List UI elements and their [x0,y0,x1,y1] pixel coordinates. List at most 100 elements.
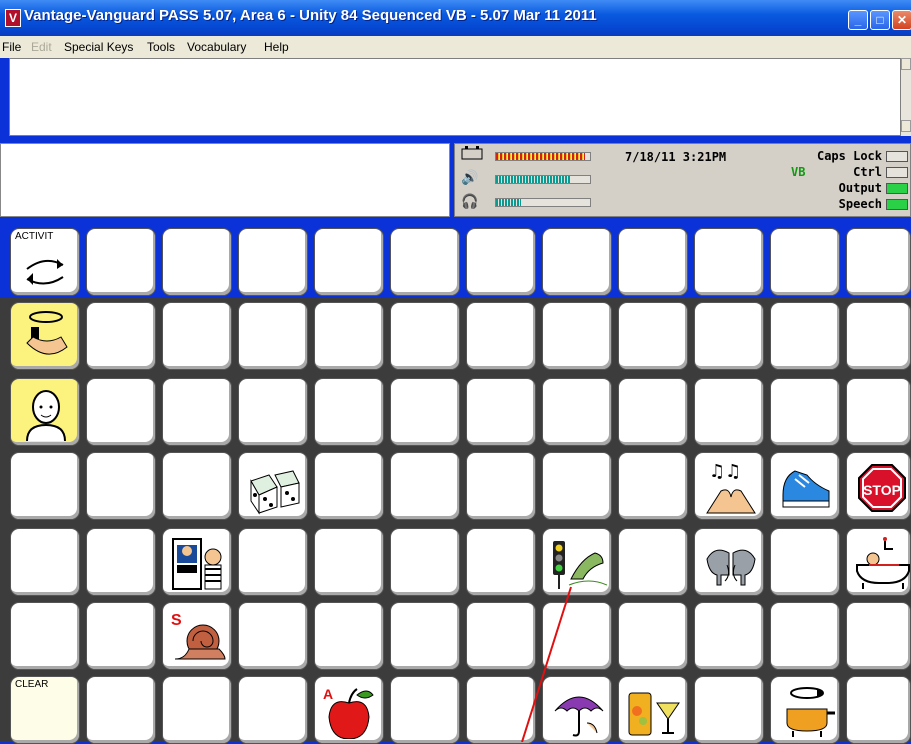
key-r6-c2[interactable] [162,676,232,744]
key-r2-c0[interactable] [10,378,80,446]
scroll-down-icon[interactable] [901,120,911,132]
key-r2-c2[interactable] [162,378,232,446]
key-r2-c3[interactable] [238,378,308,446]
key-r4-c8[interactable] [618,528,688,596]
key-r5-c8[interactable] [618,602,688,670]
key-r4-c9[interactable] [694,528,764,596]
key-r6-c10[interactable] [770,676,840,744]
key-r3-c7[interactable] [542,452,612,520]
key-r3-c4[interactable] [314,452,384,520]
menu-vocabulary[interactable]: Vocabulary [187,40,246,54]
key-r4-c5[interactable] [390,528,460,596]
key-r4-c1[interactable] [86,528,156,596]
key-r1-c7[interactable] [542,302,612,370]
key-r5-c11[interactable] [846,602,911,670]
key-r3-c11[interactable]: STOP [846,452,911,520]
key-r5-c0[interactable] [10,602,80,670]
key-r2-c9[interactable] [694,378,764,446]
menu-file[interactable]: File [2,40,21,54]
key-r0-c5[interactable] [390,228,460,296]
key-r3-c8[interactable] [618,452,688,520]
key-r1-c2[interactable] [162,302,232,370]
key-r6-c0[interactable]: CLEAR [10,676,80,744]
menu-edit[interactable]: Edit [31,40,52,54]
key-r4-c10[interactable] [770,528,840,596]
title-bar: V Vantage-Vanguard PASS 5.07, Area 6 - U… [0,0,911,36]
key-r5-c2[interactable]: S [162,602,232,670]
key-r0-c3[interactable] [238,228,308,296]
key-r1-c11[interactable] [846,302,911,370]
key-r3-c10[interactable] [770,452,840,520]
key-r1-c10[interactable] [770,302,840,370]
key-r1-c9[interactable] [694,302,764,370]
key-r4-c4[interactable] [314,528,384,596]
key-r0-c1[interactable] [86,228,156,296]
key-r4-c11[interactable] [846,528,911,596]
key-r6-c4[interactable]: A [314,676,384,744]
speaker-icon: 🔊 [461,170,479,186]
key-r5-c5[interactable] [390,602,460,670]
key-r5-c7[interactable] [542,602,612,670]
key-r0-c8[interactable] [618,228,688,296]
key-r4-c2[interactable] [162,528,232,596]
scroll-up-icon[interactable] [901,58,911,70]
key-r1-c4[interactable] [314,302,384,370]
key-r2-c1[interactable] [86,378,156,446]
key-r2-c10[interactable] [770,378,840,446]
key-r3-c3[interactable] [238,452,308,520]
message-scrollbar[interactable] [901,58,911,136]
key-r4-c3[interactable] [238,528,308,596]
key-r5-c10[interactable] [770,602,840,670]
key-r4-c7[interactable] [542,528,612,596]
menu-special-keys[interactable]: Special Keys [64,40,133,54]
key-r0-c11[interactable] [846,228,911,296]
minimize-button[interactable]: _ [848,10,868,30]
key-r2-c4[interactable] [314,378,384,446]
key-r3-c9[interactable]: ♫♫ [694,452,764,520]
key-r3-c5[interactable] [390,452,460,520]
key-r2-c7[interactable] [542,378,612,446]
key-r6-c3[interactable] [238,676,308,744]
maximize-button[interactable]: □ [870,10,890,30]
key-r1-c8[interactable] [618,302,688,370]
key-r2-c8[interactable] [618,378,688,446]
key-r5-c9[interactable] [694,602,764,670]
prediction-box[interactable] [0,143,450,217]
key-r0-c7[interactable] [542,228,612,296]
menu-tools[interactable]: Tools [147,40,175,54]
key-r6-c8[interactable] [618,676,688,744]
key-r1-c5[interactable] [390,302,460,370]
key-r0-c6[interactable] [466,228,536,296]
key-r6-c6[interactable] [466,676,536,744]
key-r0-c4[interactable] [314,228,384,296]
key-r0-c9[interactable] [694,228,764,296]
key-r0-c0[interactable]: ACTIVIT [10,228,80,296]
key-r1-c3[interactable] [238,302,308,370]
key-r6-c11[interactable] [846,676,911,744]
close-button[interactable]: ✕ [892,10,911,30]
key-r0-c2[interactable] [162,228,232,296]
key-r5-c6[interactable] [466,602,536,670]
key-r1-c0[interactable] [10,302,80,370]
key-r2-c5[interactable] [390,378,460,446]
key-r0-c10[interactable] [770,228,840,296]
menu-help[interactable]: Help [264,40,289,54]
key-r3-c1[interactable] [86,452,156,520]
key-r1-c1[interactable] [86,302,156,370]
key-r3-c6[interactable] [466,452,536,520]
key-r6-c1[interactable] [86,676,156,744]
key-r4-c6[interactable] [466,528,536,596]
key-r3-c0[interactable] [10,452,80,520]
key-r6-c7[interactable] [542,676,612,744]
key-r6-c5[interactable] [390,676,460,744]
key-r2-c11[interactable] [846,378,911,446]
key-r1-c6[interactable] [466,302,536,370]
key-r2-c6[interactable] [466,378,536,446]
key-r5-c1[interactable] [86,602,156,670]
key-r5-c4[interactable] [314,602,384,670]
key-r4-c0[interactable] [10,528,80,596]
message-window[interactable] [9,58,901,136]
key-r3-c2[interactable] [162,452,232,520]
key-r6-c9[interactable] [694,676,764,744]
key-r5-c3[interactable] [238,602,308,670]
